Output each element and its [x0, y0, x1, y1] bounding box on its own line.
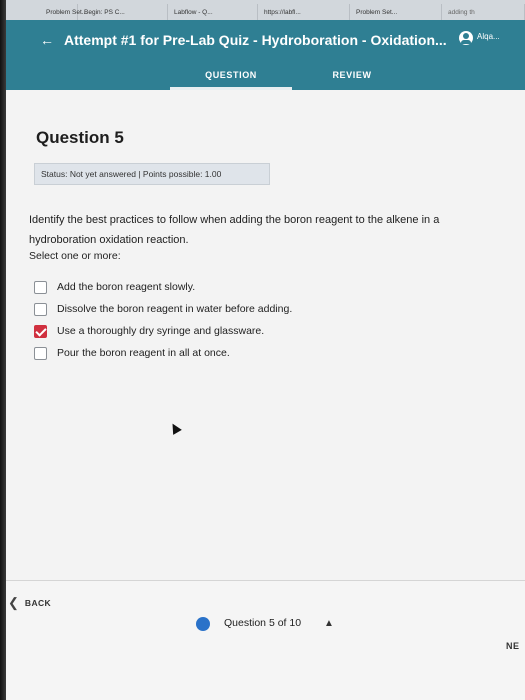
user-circle-icon[interactable]	[459, 31, 473, 45]
back-button[interactable]: ❮ BACK	[6, 595, 51, 611]
option-label[interactable]: Add the boron reagent slowly.	[57, 281, 195, 293]
browser-tab[interactable]: Labflow - Q...	[168, 4, 258, 20]
option-label[interactable]: Dissolve the boron reagent in water befo…	[57, 303, 292, 315]
answer-option[interactable]: Add the boron reagent slowly.	[34, 276, 354, 298]
back-label[interactable]: BACK	[25, 598, 51, 608]
answer-option[interactable]: Pour the boron reagent in all at once.	[34, 342, 354, 364]
browser-tab-strip: Problem Set... Begin: PS C... Labflow - …	[6, 0, 525, 20]
status-badge: Status: Not yet answered | Points possib…	[34, 163, 270, 185]
screen-bezel	[0, 0, 6, 700]
tab-question[interactable]: QUESTION	[170, 60, 292, 90]
checkbox[interactable]	[34, 346, 47, 360]
mouse-cursor-icon	[168, 421, 182, 435]
browser-tab[interactable]: Problem Set...	[6, 4, 87, 20]
answer-option[interactable]: Dissolve the boron reagent in water befo…	[34, 298, 354, 320]
chevron-up-icon[interactable]: ▲	[324, 618, 334, 629]
quiz-nav-tabs: QUESTION REVIEW	[6, 60, 525, 90]
question-content: Question 5 Status: Not yet answered | Po…	[6, 90, 525, 580]
browser-tab[interactable]: https://labfl...	[258, 4, 350, 20]
checkbox[interactable]	[34, 302, 47, 316]
user-name[interactable]: Alqa...	[477, 32, 500, 41]
chevron-left-icon[interactable]: ❮	[8, 595, 19, 611]
tab-review[interactable]: REVIEW	[298, 60, 406, 90]
next-button[interactable]: NE	[506, 641, 520, 651]
app-header: ← Attempt #1 for Pre-Lab Quiz - Hydrobor…	[6, 20, 525, 90]
question-prompt: Identify the best practices to follow wh…	[29, 214, 440, 246]
option-label[interactable]: Pour the boron reagent in all at once.	[57, 347, 230, 359]
quiz-page: Problem Set... Begin: PS C... Labflow - …	[0, 0, 525, 700]
browser-tab[interactable]: adding th	[442, 4, 525, 20]
quiz-footer: ❮ BACK Question 5 of 10 ▲ NE	[6, 580, 525, 700]
attempt-title: Attempt #1 for Pre-Lab Quiz - Hydroborat…	[64, 32, 447, 48]
select-instruction: Select one or more:	[29, 250, 121, 262]
browser-tab[interactable]: Problem Set...	[350, 4, 442, 20]
answer-option[interactable]: Use a thoroughly dry syringe and glasswa…	[34, 320, 354, 342]
checkbox-checked[interactable]	[34, 324, 47, 338]
header-bar: ← Attempt #1 for Pre-Lab Quiz - Hydrobor…	[6, 20, 525, 60]
question-title: Question 5	[36, 128, 124, 147]
left-arrow-icon[interactable]: ←	[40, 32, 58, 48]
checkbox[interactable]	[34, 280, 47, 294]
answer-options: Add the boron reagent slowly. Dissolve t…	[34, 276, 354, 364]
question-counter[interactable]: Question 5 of 10	[224, 617, 301, 629]
option-label[interactable]: Use a thoroughly dry syringe and glasswa…	[57, 325, 264, 337]
progress-dot-icon	[196, 617, 210, 631]
browser-tab[interactable]: Begin: PS C...	[78, 4, 168, 20]
